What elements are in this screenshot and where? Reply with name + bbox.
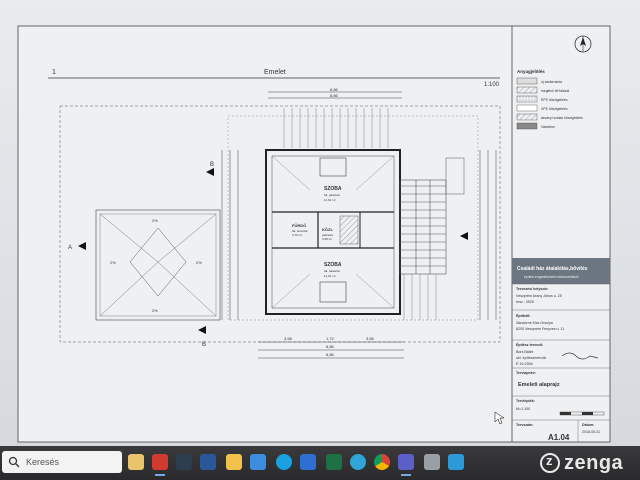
drawing-name: Emeleti alaprajz (518, 382, 560, 388)
search-icon (8, 456, 20, 468)
svg-text:8200 Veszprém Fenyves u. 11: 8200 Veszprém Fenyves u. 11 (516, 327, 564, 331)
room-name-2: FÜRDŐ (292, 223, 306, 228)
svg-text:B: B (202, 342, 206, 348)
date-label: Dátum: (582, 423, 594, 427)
svg-text:Sándorné Kiss Orsolya: Sándorné Kiss Orsolya (516, 321, 553, 325)
dim-bottom-1: 3,58 (284, 336, 293, 341)
photos-icon[interactable] (448, 454, 464, 470)
room-name-3: KÖZL (322, 227, 333, 232)
excel-icon[interactable] (326, 454, 342, 470)
word-icon[interactable] (200, 454, 216, 470)
photo-of-monitor: 1 Emelet 1:100 8,86 8,86 2% 2% 2% 2% SZO… (0, 0, 640, 480)
svg-text:4,58 m²: 4,58 m² (322, 237, 332, 241)
site-label: Tervezési helyszín: (516, 287, 549, 291)
calculator-icon[interactable] (176, 454, 192, 470)
svg-text:2%: 2% (196, 260, 202, 265)
chrome-icon[interactable] (374, 454, 390, 470)
zenga-logo-icon (540, 453, 560, 473)
stair (339, 215, 359, 245)
legend-item-1: új vázkerámia (541, 80, 562, 84)
legend-item-5: ásványi szálas hőszigetelés (541, 116, 583, 120)
zenga-wordmark: zenga (564, 451, 624, 474)
svg-text:11,62 m²: 11,62 m² (324, 198, 336, 202)
floor-plan-drawing: 1 Emelet 1:100 8,86 8,86 2% 2% 2% 2% SZO… (17, 25, 611, 443)
drawing-name-label: Tervlapnév: (516, 371, 536, 375)
svg-text:2%: 2% (110, 260, 116, 265)
dim-top-2: 8,86 (330, 93, 339, 98)
floor-label: Emelet (264, 69, 286, 76)
svg-text:2%: 2% (152, 308, 158, 313)
legend-item-6: Vasbeton (541, 125, 555, 129)
svg-text:hrsz.: 3925: hrsz.: 3925 (516, 300, 534, 304)
legend-item-3: EPS hőszigetelés (541, 98, 568, 102)
svg-text:Bors Bálint: Bors Bálint (516, 350, 533, 354)
skype-icon[interactable] (276, 454, 292, 470)
svg-text:B: B (210, 162, 214, 168)
svg-text:fal: parketta: fal: parketta (324, 193, 340, 197)
scale-label: 1:100 (484, 82, 500, 88)
svg-text:11,61 m²: 11,61 m² (324, 274, 336, 278)
calculator2-icon[interactable] (424, 454, 440, 470)
teams-icon[interactable] (398, 454, 414, 476)
svg-text:fal: parketta: fal: parketta (324, 269, 340, 273)
svg-text:É 19-0394: É 19-0394 (516, 361, 533, 366)
search-placeholder: Keresés (26, 457, 60, 467)
room-name-4: SZOBA (324, 262, 342, 268)
taskbar-search-box[interactable]: Keresés (2, 451, 122, 473)
folder-icon[interactable] (226, 454, 242, 470)
svg-text:Veszprém Arany János u. 25: Veszprém Arany János u. 25 (516, 294, 562, 298)
zenga-watermark: zenga (540, 450, 623, 476)
edge-icon[interactable] (350, 454, 366, 470)
sheet-number: 1 (52, 69, 56, 76)
svg-text:A: A (68, 245, 72, 251)
dim-bottom-4: 8,86 (326, 344, 335, 349)
room-name-1: SZOBA (324, 186, 342, 192)
project-subtitle: építési engedélyezési dokumentáció (524, 275, 579, 279)
sheet-no-label: Tervszám: (516, 423, 534, 427)
svg-text:2%: 2% (152, 218, 158, 223)
legend-title: Anyagjelölés (517, 69, 545, 74)
windows-taskbar: Keresés zenga (0, 446, 640, 480)
pdf-viewer-screen: 1 Emelet 1:100 8,86 8,86 2% 2% 2% 2% SZO… (0, 0, 640, 446)
client-label: Építtető: (516, 313, 531, 318)
dim-bottom-3: 3,56 (366, 336, 375, 341)
date-value: 2018.05.31 (582, 430, 600, 434)
svg-text:okl. építészmérnök: okl. építészmérnök (516, 356, 546, 360)
sheet-no: A1.04 (548, 433, 570, 442)
mail-icon[interactable] (300, 454, 316, 470)
network-icon[interactable] (250, 454, 266, 470)
dim-top-1: 8,86 (330, 87, 339, 92)
designer-label: Építész tervező: (516, 342, 543, 347)
dim-bottom-2: 1,72 (326, 336, 335, 341)
legend-item-2: meglévő tél falazat (541, 89, 569, 93)
project-title: Családi ház átalakítás,bővítés (517, 266, 588, 272)
legend-item-4: XPS hőszigetelés (541, 107, 568, 111)
acrobat-icon[interactable] (152, 454, 168, 476)
svg-text:3,76 m²: 3,76 m² (292, 233, 302, 237)
file-explorer-icon[interactable] (128, 454, 144, 470)
scale-field-label: Tervlépték: (516, 399, 535, 403)
dim-bottom-5: 8,86 (326, 352, 335, 357)
scale-field-value: M=1:100 (516, 407, 530, 411)
